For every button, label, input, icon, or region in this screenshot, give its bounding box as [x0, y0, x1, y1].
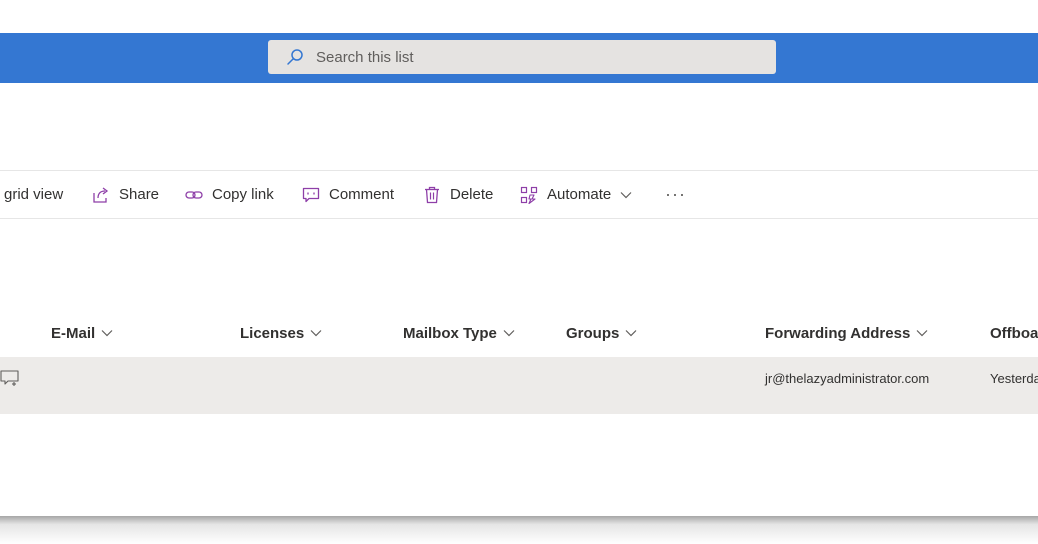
column-header-label: Offboa	[990, 324, 1038, 342]
chevron-down-icon	[620, 191, 632, 198]
column-header-groups[interactable]: Groups	[566, 313, 637, 353]
chevron-down-icon	[101, 330, 113, 337]
automate-label: Automate	[547, 186, 612, 203]
comment-icon	[302, 187, 320, 202]
edit-in-grid-view-button[interactable]: grid view	[4, 171, 63, 218]
automate-icon	[520, 186, 538, 204]
delete-icon	[425, 186, 439, 203]
column-header-email[interactable]: E-Mail	[51, 313, 113, 353]
add-comment-icon[interactable]	[0, 369, 20, 387]
comment-button[interactable]: Comment	[302, 171, 394, 218]
column-header-label: E-Mail	[51, 324, 96, 342]
column-header-offboard[interactable]: Offboa	[990, 313, 1038, 353]
table-row[interactable]: jr@thelazyadministrator.com Yesterda	[0, 357, 1038, 414]
column-header-label: Forwarding Address	[765, 324, 911, 342]
comment-label: Comment	[329, 186, 395, 203]
chevron-down-icon	[310, 330, 322, 337]
column-header-mailbox-type[interactable]: Mailbox Type	[403, 313, 515, 353]
copy-link-label: Copy link	[212, 186, 274, 203]
chevron-down-icon	[503, 330, 515, 337]
search-input[interactable]	[316, 48, 736, 66]
top-bar	[0, 33, 1038, 83]
offboard-date-cell: Yesterda	[990, 371, 1038, 386]
delete-label: Delete	[450, 186, 494, 203]
column-header-label: Groups	[566, 324, 620, 342]
automate-button[interactable]: Automate	[520, 171, 632, 218]
grid-view-label: grid view	[4, 186, 64, 203]
link-icon	[185, 190, 203, 199]
more-options-button[interactable]: ···	[665, 171, 686, 218]
search-icon	[287, 49, 303, 65]
delete-button[interactable]: Delete	[423, 171, 493, 218]
bottom-shadow	[0, 516, 1038, 544]
forwarding-address-cell: jr@thelazyadministrator.com	[765, 371, 930, 386]
copy-link-button[interactable]: Copy link	[185, 171, 274, 218]
column-header-forwarding-address[interactable]: Forwarding Address	[765, 313, 928, 353]
share-button[interactable]: Share	[92, 171, 159, 218]
column-header-label: Licenses	[240, 324, 305, 342]
more-options-label: ···	[665, 184, 686, 204]
chevron-down-icon	[916, 330, 928, 337]
command-bar: grid view Share Copy link Comment Delete…	[0, 170, 1038, 219]
search-box[interactable]	[268, 40, 776, 74]
chevron-down-icon	[625, 330, 637, 337]
column-header-licenses[interactable]: Licenses	[240, 313, 322, 353]
share-icon	[93, 186, 109, 203]
column-header-label: Mailbox Type	[403, 324, 497, 342]
share-label: Share	[119, 186, 160, 203]
